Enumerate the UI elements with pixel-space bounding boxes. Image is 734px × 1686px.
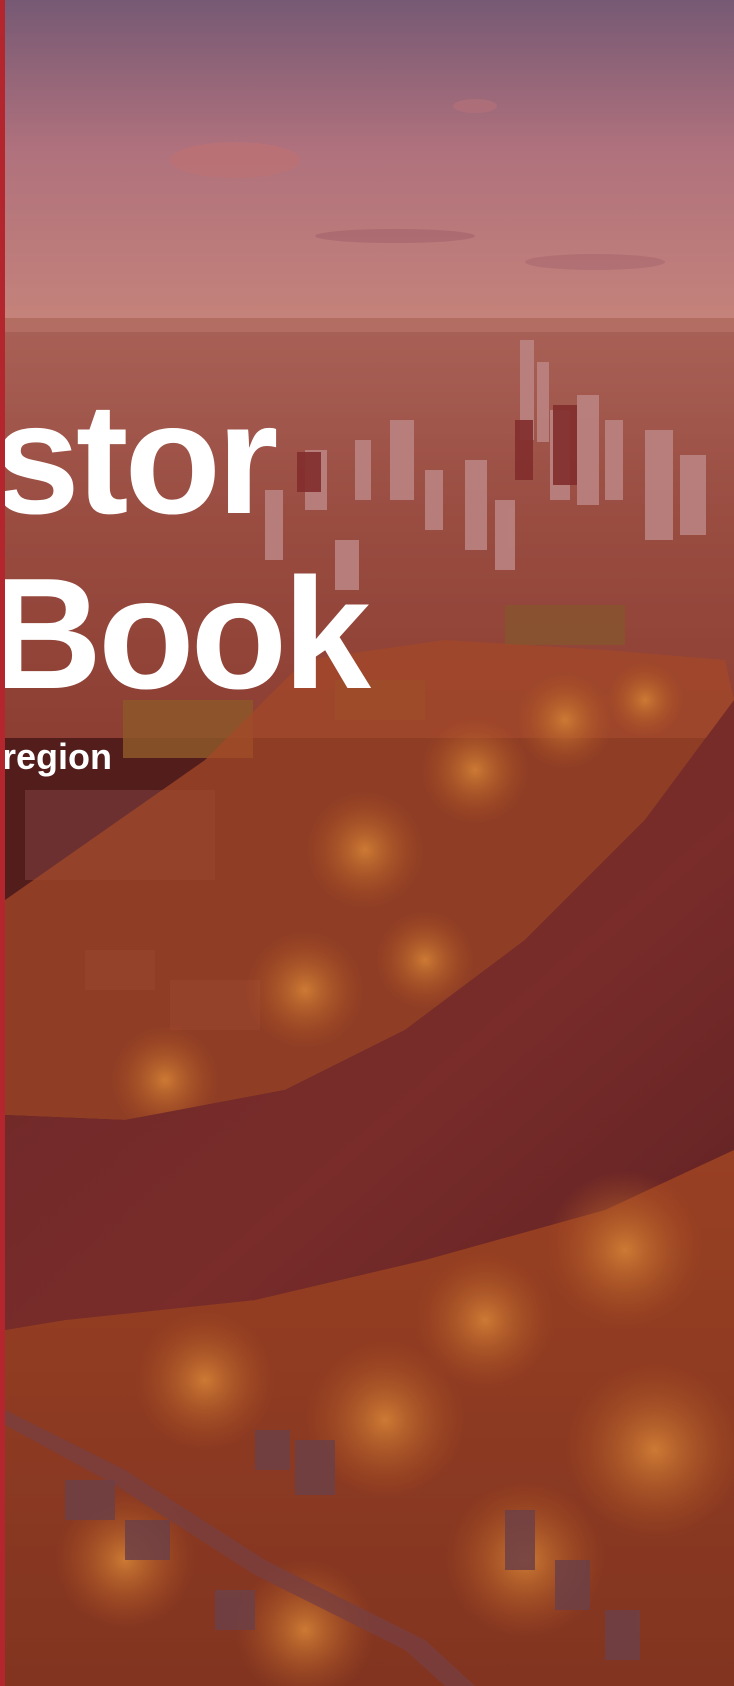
- cover-page: stor Book region: [0, 0, 734, 1686]
- red-tint-overlay: [5, 0, 734, 1686]
- title-line-1: stor: [0, 371, 278, 547]
- subtitle: region: [2, 736, 113, 777]
- accent-bar: [0, 0, 5, 1686]
- title-line-2: Book: [0, 546, 371, 722]
